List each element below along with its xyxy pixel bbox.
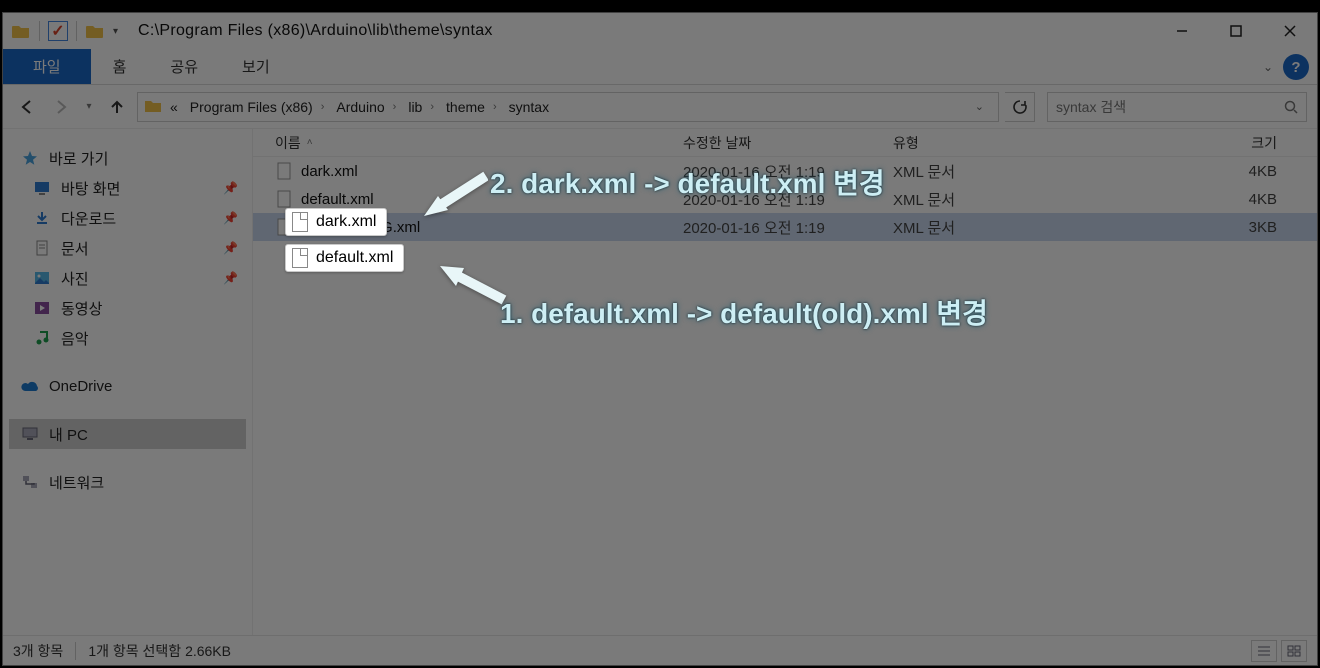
ribbon: 파일 홈 공유 보기 ⌄ ? xyxy=(3,49,1317,85)
download-icon xyxy=(33,209,51,227)
properties-icon[interactable]: ✓ xyxy=(48,21,68,41)
sidebar-item-music[interactable]: 음악 xyxy=(9,323,246,353)
star-icon xyxy=(21,149,39,167)
sidebar-item-videos[interactable]: 동영상 xyxy=(9,293,246,323)
sort-asc-icon: ˄ xyxy=(307,137,313,148)
status-count: 3개 항목 xyxy=(13,641,63,661)
sidebar: 바로 가기 바탕 화면📌 다운로드📌 문서📌 사진📌 동영상 음악 OneDri… xyxy=(3,129,253,635)
back-button[interactable] xyxy=(13,93,41,121)
folder-icon xyxy=(144,98,162,116)
folder-icon xyxy=(85,21,105,41)
tab-file[interactable]: 파일 xyxy=(3,49,91,84)
pin-icon: 📌 xyxy=(223,241,238,255)
address-bar[interactable]: « Program Files (x86)› Arduino› lib› the… xyxy=(137,92,999,122)
file-chip-dark: dark.xml xyxy=(285,208,387,236)
pin-icon: 📌 xyxy=(223,181,238,195)
navbar: ▾ « Program Files (x86)› Arduino› lib› t… xyxy=(3,85,1317,129)
file-list: 이름˄ 수정한 날짜 유형 크기 dark.xml 2020-01-16 오전 … xyxy=(253,129,1317,635)
music-icon xyxy=(33,329,51,347)
tab-share[interactable]: 공유 xyxy=(148,49,220,84)
video-icon xyxy=(33,299,51,317)
file-chip-default: default.xml xyxy=(285,244,404,272)
window-title: C:\Program Files (x86)\Arduino\lib\theme… xyxy=(138,22,493,40)
sidebar-thispc[interactable]: 내 PC xyxy=(9,419,246,449)
column-headers[interactable]: 이름˄ 수정한 날짜 유형 크기 xyxy=(253,129,1317,157)
desktop-icon xyxy=(33,179,51,197)
minimize-button[interactable] xyxy=(1155,13,1209,49)
forward-button[interactable] xyxy=(47,93,75,121)
titlebar: ✓ ▾ C:\Program Files (x86)\Arduino\lib\t… xyxy=(3,13,1317,49)
breadcrumb[interactable]: Arduino› xyxy=(332,97,400,117)
search-icon xyxy=(1284,100,1298,114)
arrow-icon xyxy=(418,170,488,222)
file-icon xyxy=(275,162,293,180)
quick-access-toolbar: ✓ ▾ xyxy=(11,21,124,41)
view-icons-button[interactable] xyxy=(1281,640,1307,662)
pin-icon: 📌 xyxy=(223,211,238,225)
view-details-button[interactable] xyxy=(1251,640,1277,662)
maximize-button[interactable] xyxy=(1209,13,1263,49)
search-input[interactable]: syntax 검색 xyxy=(1047,92,1307,122)
explorer-window: ✓ ▾ C:\Program Files (x86)\Arduino\lib\t… xyxy=(2,12,1318,666)
arrow-icon xyxy=(432,258,508,310)
file-icon xyxy=(292,248,308,268)
sidebar-quick-access[interactable]: 바로 가기 xyxy=(9,143,246,173)
breadcrumb[interactable]: lib› xyxy=(404,97,438,117)
sidebar-onedrive[interactable]: OneDrive xyxy=(9,371,246,401)
close-button[interactable] xyxy=(1263,13,1317,49)
search-placeholder: syntax 검색 xyxy=(1056,97,1284,117)
network-icon xyxy=(21,473,39,491)
status-bar: 3개 항목 1개 항목 선택함 2.66KB xyxy=(3,635,1317,665)
address-dropdown-icon[interactable]: ⌄ xyxy=(967,100,992,113)
file-row[interactable]: default_ORIG.xml 2020-01-16 오전 1:19 XML … xyxy=(253,213,1317,241)
sidebar-item-downloads[interactable]: 다운로드📌 xyxy=(9,203,246,233)
sidebar-item-documents[interactable]: 문서📌 xyxy=(9,233,246,263)
cloud-icon xyxy=(21,377,39,395)
collapse-ribbon-icon[interactable]: ⌄ xyxy=(1253,49,1283,84)
folder-icon xyxy=(11,21,31,41)
up-button[interactable] xyxy=(103,93,131,121)
picture-icon xyxy=(33,269,51,287)
breadcrumb[interactable]: « xyxy=(166,97,182,117)
recent-dropdown-icon[interactable]: ▾ xyxy=(81,93,97,121)
document-icon xyxy=(33,239,51,257)
tab-view[interactable]: 보기 xyxy=(220,49,292,84)
pin-icon: 📌 xyxy=(223,271,238,285)
sidebar-network[interactable]: 네트워크 xyxy=(9,467,246,497)
refresh-button[interactable] xyxy=(1005,92,1035,122)
breadcrumb[interactable]: syntax xyxy=(505,97,553,117)
file-icon xyxy=(275,190,293,208)
file-icon xyxy=(292,212,308,232)
annotation-text: 2. dark.xml -> default.xml 변경 xyxy=(490,162,885,202)
help-icon[interactable]: ? xyxy=(1283,54,1309,80)
annotation-text: 1. default.xml -> default(old).xml 변경 xyxy=(500,292,988,332)
tab-home[interactable]: 홈 xyxy=(91,49,149,84)
breadcrumb[interactable]: Program Files (x86)› xyxy=(186,97,329,117)
breadcrumb[interactable]: theme› xyxy=(442,97,501,117)
sidebar-item-desktop[interactable]: 바탕 화면📌 xyxy=(9,173,246,203)
status-selection: 1개 항목 선택함 2.66KB xyxy=(88,641,231,661)
qat-dropdown-icon[interactable]: ▾ xyxy=(107,26,124,37)
pc-icon xyxy=(21,425,39,443)
sidebar-item-pictures[interactable]: 사진📌 xyxy=(9,263,246,293)
